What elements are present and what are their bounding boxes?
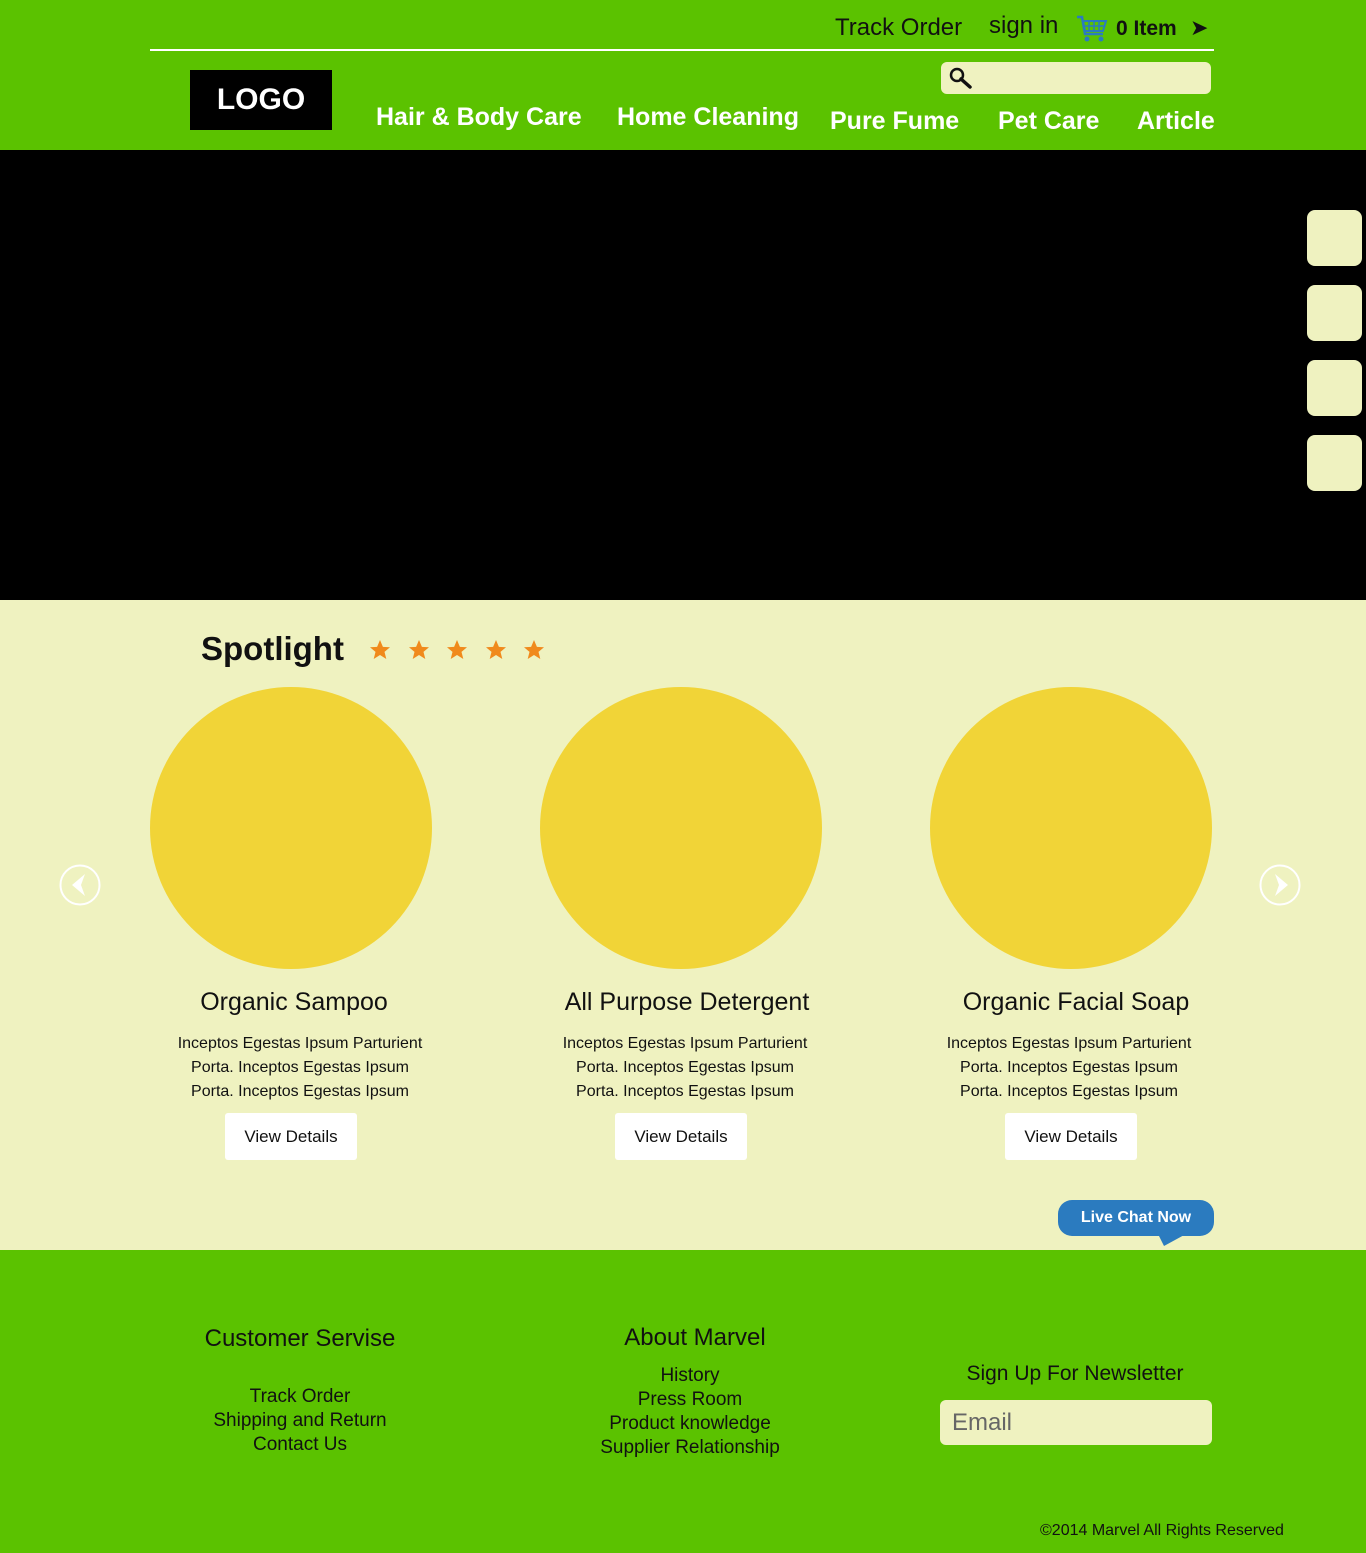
product-name-1: Organic Sampoo (200, 988, 388, 1016)
site-footer: Customer Servise Track Order Shipping an… (0, 1250, 1366, 1553)
product-image-1[interactable] (150, 687, 432, 969)
copyright-text: ©2014 Marvel All Rights Reserved (1040, 1522, 1284, 1539)
product-description-3: Inceptos Egestas Ipsum Parturient Porta.… (946, 1035, 1192, 1100)
product-image-2[interactable] (540, 687, 822, 969)
star-icon (447, 640, 467, 659)
cart-count[interactable]: 0 Item (1116, 17, 1177, 41)
product-description-1: Inceptos Egestas Ipsum Parturient Porta.… (177, 1035, 423, 1100)
view-details-button-3[interactable]: View Details (1005, 1113, 1137, 1160)
nav-item-hair-body-care[interactable]: Hair & Body Care (376, 103, 582, 132)
footer-link-shipping-return[interactable]: Shipping and Return (150, 1410, 450, 1432)
about-heading: About Marvel (624, 1324, 766, 1351)
footer-link-product-knowledge[interactable]: Product knowledge (540, 1413, 840, 1435)
product-description-2: Inceptos Egestas Ipsum Parturient Porta.… (562, 1035, 808, 1100)
footer-link-history[interactable]: History (540, 1365, 840, 1387)
nav-item-home-cleaning[interactable]: Home Cleaning (617, 103, 799, 132)
site-header: Track Order sign in 0 Item ➤ LOGO Hair &… (0, 0, 1366, 150)
nav-item-article[interactable]: Article (1137, 107, 1215, 136)
star-icon (408, 640, 429, 659)
footer-link-supplier-relationship[interactable]: Supplier Relationship (540, 1437, 840, 1459)
header-divider (150, 49, 1214, 51)
shopping-cart-icon[interactable] (1075, 12, 1109, 46)
newsletter-email-input[interactable] (940, 1400, 1212, 1445)
track-order-link[interactable]: Track Order (835, 14, 962, 42)
live-chat-label: Live Chat Now (1080, 1209, 1192, 1226)
footer-link-contact-us[interactable]: Contact Us (150, 1434, 450, 1456)
hero-banner (0, 150, 1366, 600)
star-icon (370, 640, 390, 659)
footer-link-press-room[interactable]: Press Room (540, 1389, 840, 1411)
newsletter-heading: Sign Up For Newsletter (966, 1362, 1184, 1385)
logo[interactable]: LOGO (190, 70, 332, 130)
side-tab-1[interactable] (1307, 210, 1362, 266)
spotlight-section: Spotlight Organic Sampoo All Purpose Det… (0, 600, 1366, 1250)
product-image-3[interactable] (930, 687, 1212, 969)
product-name-3: Organic Facial Soap (962, 988, 1190, 1016)
side-tab-2[interactable] (1307, 285, 1362, 341)
footer-link-track-order[interactable]: Track Order (150, 1386, 450, 1408)
spotlight-title: Spotlight (201, 630, 344, 667)
side-tab-3[interactable] (1307, 360, 1362, 416)
carousel-next-icon[interactable] (1259, 864, 1301, 906)
product-name-2: All Purpose Detergent (564, 988, 810, 1016)
search-icon[interactable] (948, 66, 974, 90)
side-tab-4[interactable] (1307, 435, 1362, 491)
star-icon (485, 640, 506, 659)
star-icon (524, 640, 544, 659)
cart-arrow-icon[interactable]: ➤ (1190, 15, 1208, 41)
carousel-prev-icon[interactable] (59, 864, 101, 906)
nav-item-pure-fume[interactable]: Pure Fume (830, 107, 959, 136)
view-details-button-1[interactable]: View Details (225, 1113, 357, 1160)
customer-service-heading: Customer Servise (204, 1325, 396, 1352)
view-details-button-2[interactable]: View Details (615, 1113, 747, 1160)
nav-item-pet-care[interactable]: Pet Care (998, 107, 1099, 136)
search-input[interactable] (978, 64, 1206, 92)
sign-in-link[interactable]: sign in (989, 12, 1058, 40)
live-chat-button[interactable]: Live Chat Now (1058, 1200, 1214, 1250)
